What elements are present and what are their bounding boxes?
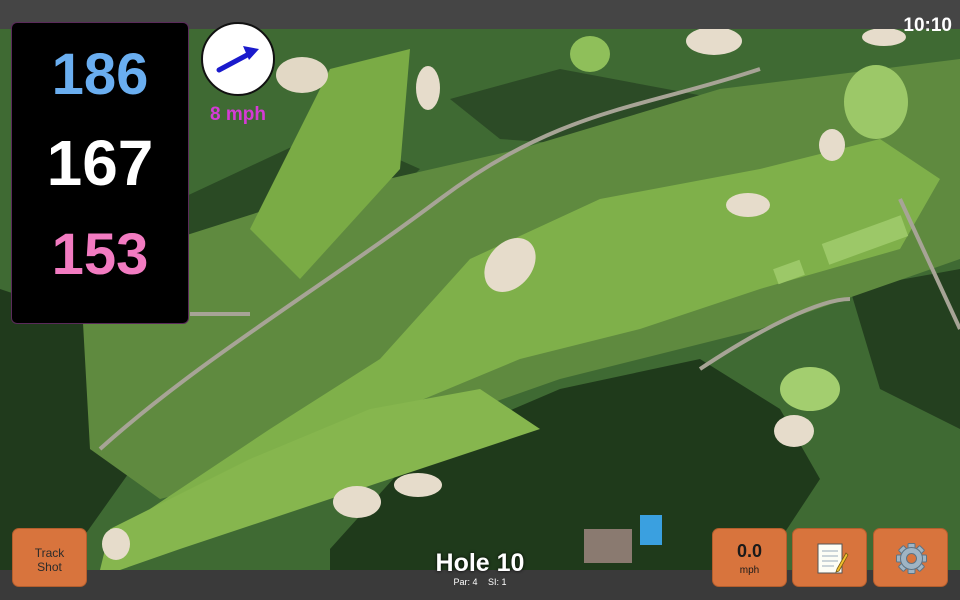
center-distance: 167 [46, 127, 154, 199]
speed-button[interactable]: 0.0 mph [712, 528, 787, 587]
wind-direction-arrow-icon [216, 46, 259, 73]
hole-par: Par: 4 [453, 577, 478, 587]
wind-speed: 8 mph [210, 104, 266, 125]
clock: 10:10 [903, 15, 952, 36]
hole-meta: Par: 4 SI: 1 [380, 577, 580, 588]
track-shot-button[interactable]: Track Shot [12, 528, 87, 587]
notepad-icon [817, 543, 849, 574]
gear-icon [896, 543, 927, 574]
track-shot-label-line2: Shot [37, 560, 62, 574]
hole-stroke-index: SI: 1 [488, 577, 507, 587]
speed-value: 0.0 [736, 541, 763, 561]
track-shot-label-line1: Track [34, 546, 65, 560]
settings-button[interactable] [873, 528, 948, 587]
distance-panel: 186 167 153 [11, 22, 189, 324]
wind-compass[interactable] [201, 22, 275, 96]
back-distance: 186 [51, 42, 149, 107]
notes-button[interactable] [792, 528, 867, 587]
hole-title: Hole 10 [435, 549, 525, 577]
speed-unit: mph [739, 565, 760, 576]
front-distance: 153 [51, 222, 149, 287]
